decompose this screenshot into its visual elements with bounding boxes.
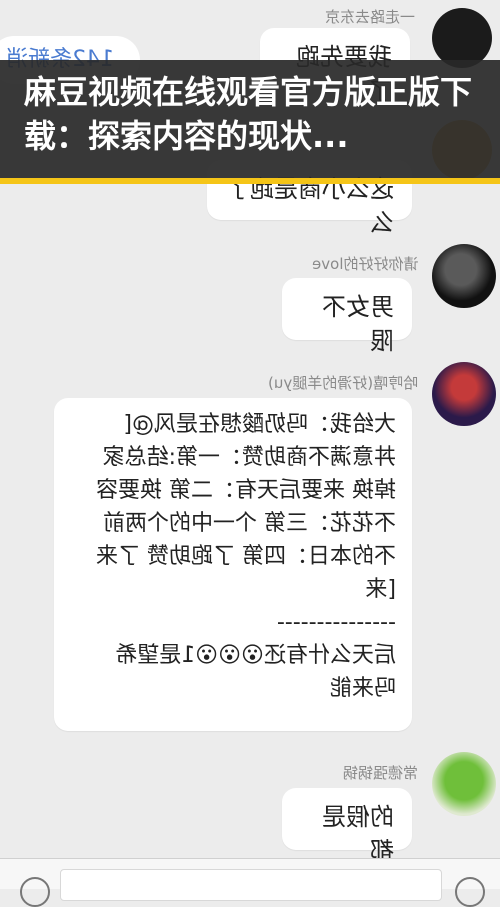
input-bar — [0, 858, 500, 907]
voice-button[interactable] — [20, 877, 50, 907]
avatar[interactable] — [432, 8, 492, 68]
message-bubble[interactable]: 大给我：吗奶酸想在是风@[ 丼意满不商助赞：一第:结总家 掉换 来要后天有：二第… — [54, 398, 412, 731]
emoji-button[interactable] — [455, 877, 485, 907]
avatar[interactable] — [432, 752, 496, 816]
message-text: 男女不限 — [322, 293, 394, 355]
sender-name: 常德强锅锅 — [342, 764, 418, 782]
message-bubble[interactable]: 的假是都 — [282, 788, 412, 865]
message-bubble[interactable]: 男女不限 — [282, 278, 412, 355]
avatar[interactable] — [432, 362, 496, 426]
message-input[interactable] — [60, 869, 442, 901]
sender-name: 哈哼嘻(好滑的羊腿yu) — [267, 374, 418, 392]
message-text: 大给我：吗奶酸想在是风@[ 丼意满不商助赞：一第:结总家 掉换 来要后天有：二第… — [96, 412, 396, 701]
title-banner: 麻豆视频在线观看官方版正版下载：探索内容的现状... — [0, 60, 500, 184]
sender-name: 请你好好的love — [311, 255, 418, 273]
banner-title: 麻豆视频在线观看官方版正版下载：探索内容的现状... — [24, 73, 473, 155]
group-name-label: 一走路去东京 — [324, 8, 415, 26]
avatar[interactable] — [432, 244, 496, 308]
